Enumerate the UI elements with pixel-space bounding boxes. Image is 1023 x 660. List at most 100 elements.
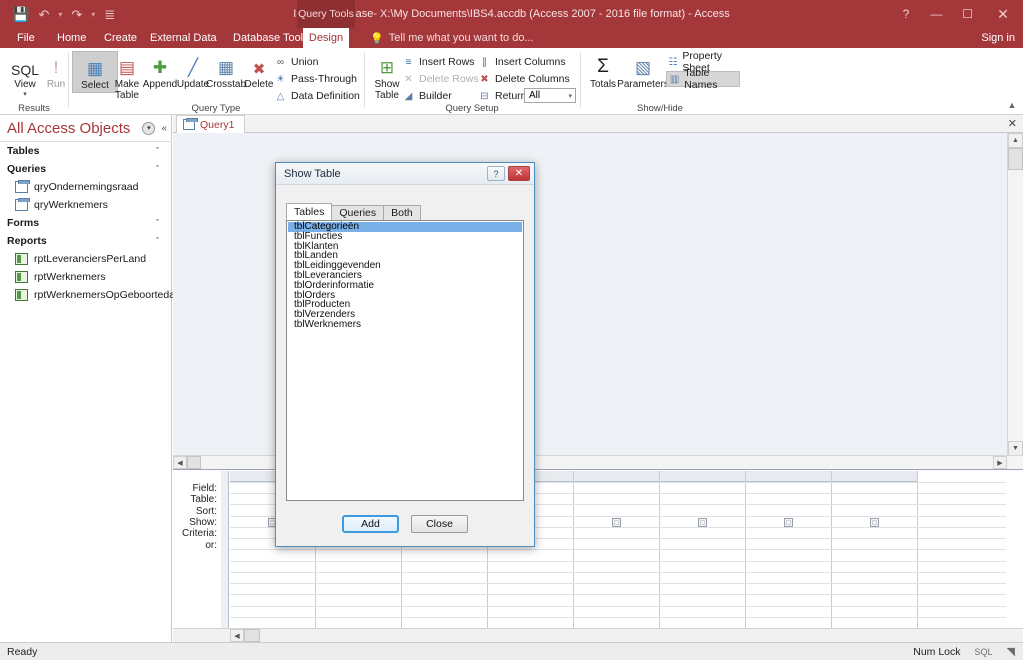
chevron-icon[interactable]: ˇ [156,146,159,156]
undo-icon[interactable]: ↶ [38,8,49,21]
show-checkbox-6[interactable] [698,518,707,527]
design-view-icon[interactable]: ◥ [1007,645,1015,658]
table-list[interactable]: tblCategorieën tblFuncties tblKlanten tb… [286,220,524,501]
delete-columns-button[interactable]: ✖ Delete Columns [476,71,572,87]
insert-rows-button[interactable]: ≡ Insert Rows [400,54,476,70]
property-sheet-icon: ☷ [668,56,678,68]
sql-view-icon[interactable]: SQL [975,647,993,657]
collapse-ribbon-button[interactable]: ▲ [1005,98,1019,112]
builder-label: Builder [419,90,452,102]
insert-columns-button[interactable]: ∥ Insert Columns [476,54,568,70]
navigation-pane-header: All Access Objects ▾ « [0,115,172,142]
dialog-help-button[interactable]: ? [487,166,505,181]
parameters-label: Parameters [617,79,669,90]
show-checkbox-7[interactable] [784,518,793,527]
nav-item-qry-ondernemingsraad[interactable]: qryOndernemingsraad [0,178,172,196]
delete-columns-label: Delete Columns [495,73,570,85]
ribbon-tab-file[interactable]: File [8,28,44,48]
chevron-icon[interactable]: ˆ [156,236,159,246]
nav-item-rpt-werknemers[interactable]: rptWerknemers [0,268,172,286]
show-checkbox-8[interactable] [870,518,879,527]
grid-horizontal-scroll-thumb[interactable] [244,629,260,642]
grid-column-header[interactable] [832,471,917,482]
ribbon-tab-external-data[interactable]: External Data [141,28,226,48]
return-select[interactable]: All ▾ [524,88,576,103]
report-object-icon [15,253,28,265]
scroll-down-arrow-icon[interactable]: ▼ [1008,441,1023,456]
report-object-icon [15,289,28,301]
pass-through-label: Pass-Through [291,73,357,85]
maximize-button[interactable]: ☐ [952,0,983,28]
nav-group-reports[interactable]: Reports ˆ [0,232,172,250]
nav-item-qry-werknemers[interactable]: qryWerknemers [0,196,172,214]
undo-dropdown-icon[interactable]: ▾ [58,10,62,19]
show-table-dialog[interactable]: Show Table ? ✕ Tables Queries Both tblCa… [275,162,535,547]
pass-through-query-button[interactable]: ☀ Pass-Through [272,71,359,87]
dialog-tab-both[interactable]: Both [383,205,421,220]
design-pane-vertical-scrollbar[interactable]: ▲ ▼ [1007,133,1023,456]
minimize-button[interactable]: — [921,0,952,28]
nav-group-queries[interactable]: Queries ˆ [0,160,172,178]
grid-column-header[interactable] [746,471,831,482]
window-controls: ? — ☐ ✕ [891,0,1023,28]
nav-item-label: qryOndernemingsraad [34,181,139,193]
table-list-item[interactable]: tblWerknemers [288,320,522,330]
grid-column-header[interactable] [574,471,659,482]
builder-button[interactable]: ◢ Builder [400,88,454,104]
scroll-right-arrow-icon[interactable]: ▶ [993,456,1007,469]
scroll-up-arrow-icon[interactable]: ▲ [1008,133,1023,148]
ribbon-tab-create[interactable]: Create [95,28,146,48]
nav-item-rpt-werknemers-op-geboortedatum[interactable]: rptWerknemersOpGeboortedat... [0,286,187,304]
grid-label-criteria: Criteria: [181,528,217,540]
tell-me-box[interactable]: 💡 Tell me what you want to do... [370,28,534,48]
ribbon-tab-design[interactable]: Design [303,28,349,48]
close-button[interactable]: ✕ [983,0,1023,28]
close-button-dialog[interactable]: Close [411,515,468,533]
help-button[interactable]: ? [891,0,921,28]
chevron-down-icon[interactable]: ▾ [568,92,572,100]
horizontal-scroll-thumb[interactable] [187,456,201,469]
contextual-tab-label: Query Tools [297,0,355,28]
add-button[interactable]: Add [342,515,399,533]
data-definition-label: Data Definition [291,90,360,102]
redo-icon[interactable]: ↷ [71,8,82,21]
data-definition-query-button[interactable]: △ Data Definition [272,88,362,104]
customize-qat-icon[interactable]: ≣ [104,8,115,21]
sign-in-button[interactable]: Sign in [981,28,1015,48]
document-tab-query1[interactable]: Query1 [176,115,246,133]
union-query-button[interactable]: ∞ Union [272,54,320,70]
show-checkbox-5[interactable] [612,518,621,527]
document-tab-bar: Query1 ✕ [173,115,1023,133]
navigation-filter-dropdown-icon[interactable]: ▾ [142,121,156,135]
dialog-tab-queries[interactable]: Queries [331,205,385,220]
dialog-title-bar[interactable]: Show Table ? ✕ [276,163,534,185]
dialog-close-button[interactable]: ✕ [508,166,530,181]
parameters-button[interactable]: ▧ Parameters [614,51,672,91]
query-object-icon [15,198,30,211]
scroll-left-arrow-icon[interactable]: ◀ [173,456,187,469]
grid-row-selector-column[interactable] [221,471,229,628]
window-title: IBS4 : Database- X:\My Documents\IBS4.ac… [293,8,730,20]
union-icon: ∞ [276,56,285,68]
view-dropdown-icon[interactable]: ▾ [23,91,27,98]
document-tab-label: Query1 [200,118,235,131]
navigation-pane: All Access Objects ▾ « Tables ˇ Queries … [0,115,187,642]
grid-horizontal-scrollbar[interactable]: ◀ [173,628,1023,642]
grid-scroll-left-arrow-icon[interactable]: ◀ [230,629,244,642]
close-document-button[interactable]: ✕ [1008,117,1017,130]
vertical-scroll-thumb[interactable] [1008,148,1023,170]
save-icon[interactable]: 💾 [12,7,29,21]
grid-column-header[interactable] [660,471,745,482]
insert-columns-icon: ∥ [482,56,487,68]
dialog-tab-tables[interactable]: Tables [286,203,333,220]
nav-group-tables[interactable]: Tables ˇ [0,142,172,160]
chevron-icon[interactable]: ˆ [156,164,159,174]
collapse-pane-icon[interactable]: « [161,123,167,134]
sigma-icon: Σ [597,56,609,77]
table-names-button[interactable]: ▥ Table Names [666,67,740,91]
nav-group-forms[interactable]: Forms ˇ [0,214,172,232]
chevron-icon[interactable]: ˇ [156,218,159,228]
ribbon-tab-home[interactable]: Home [48,28,95,48]
nav-item-rpt-leveranciers-per-land[interactable]: rptLeveranciersPerLand [0,250,172,268]
redo-dropdown-icon[interactable]: ▾ [91,10,95,19]
